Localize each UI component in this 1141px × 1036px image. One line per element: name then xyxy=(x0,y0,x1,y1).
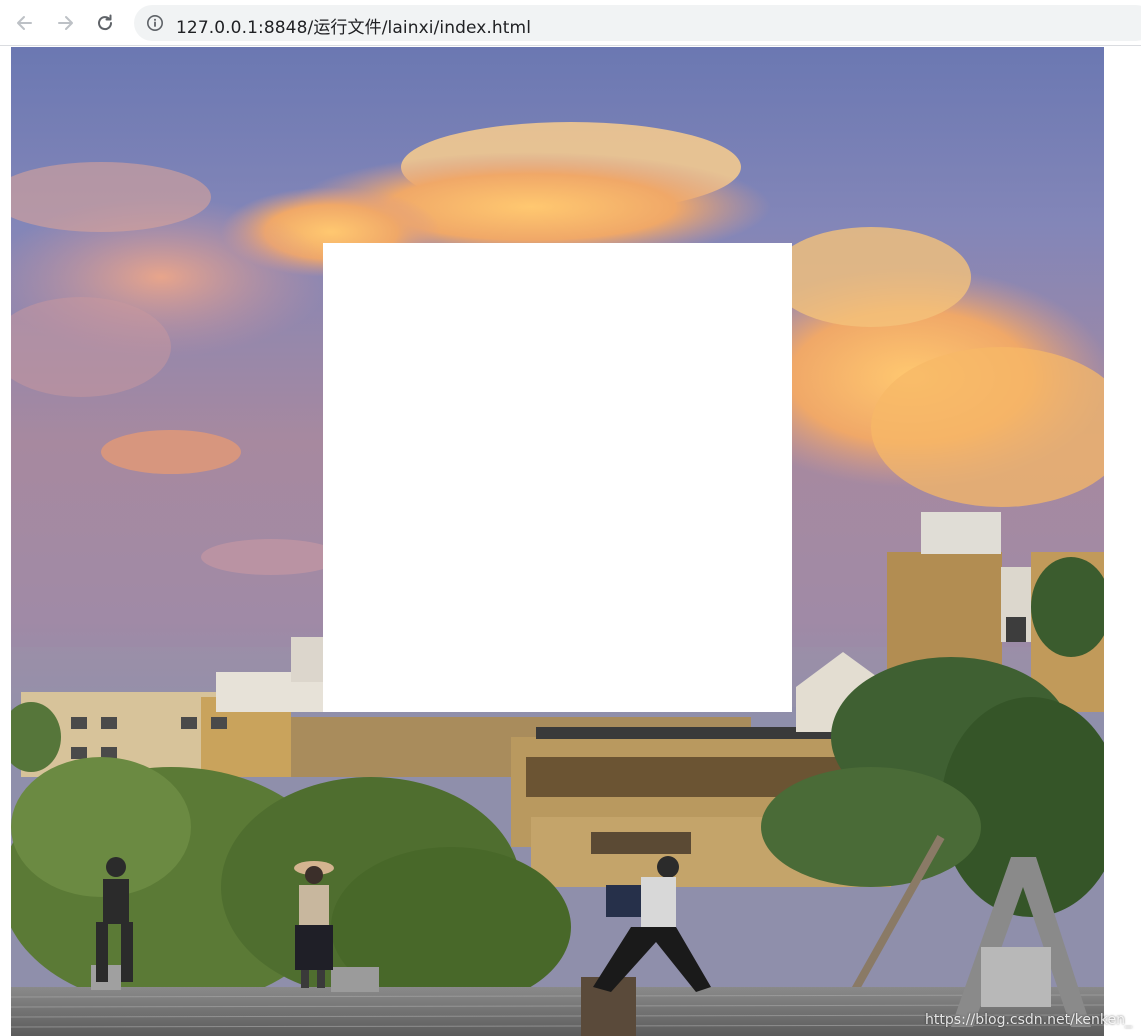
back-button[interactable] xyxy=(11,9,39,37)
url-text[interactable]: 127.0.0.1:8848/运行文件/lainxi/index.html xyxy=(176,13,531,38)
watermark-text: https://blog.csdn.net/kenken_ xyxy=(925,1012,1132,1028)
page-viewport: https://blog.csdn.net/kenken_ xyxy=(0,46,1141,1036)
info-circle-icon[interactable] xyxy=(146,14,164,32)
forward-button[interactable] xyxy=(51,9,79,37)
center-white-box xyxy=(323,243,792,712)
reload-button[interactable] xyxy=(91,9,119,37)
arrow-right-icon xyxy=(58,16,73,30)
arrow-left-icon xyxy=(17,16,32,30)
browser-toolbar: 127.0.0.1:8848/运行文件/lainxi/index.html xyxy=(0,0,1141,46)
reload-icon xyxy=(98,14,113,31)
address-bar[interactable]: 127.0.0.1:8848/运行文件/lainxi/index.html xyxy=(134,5,1141,41)
